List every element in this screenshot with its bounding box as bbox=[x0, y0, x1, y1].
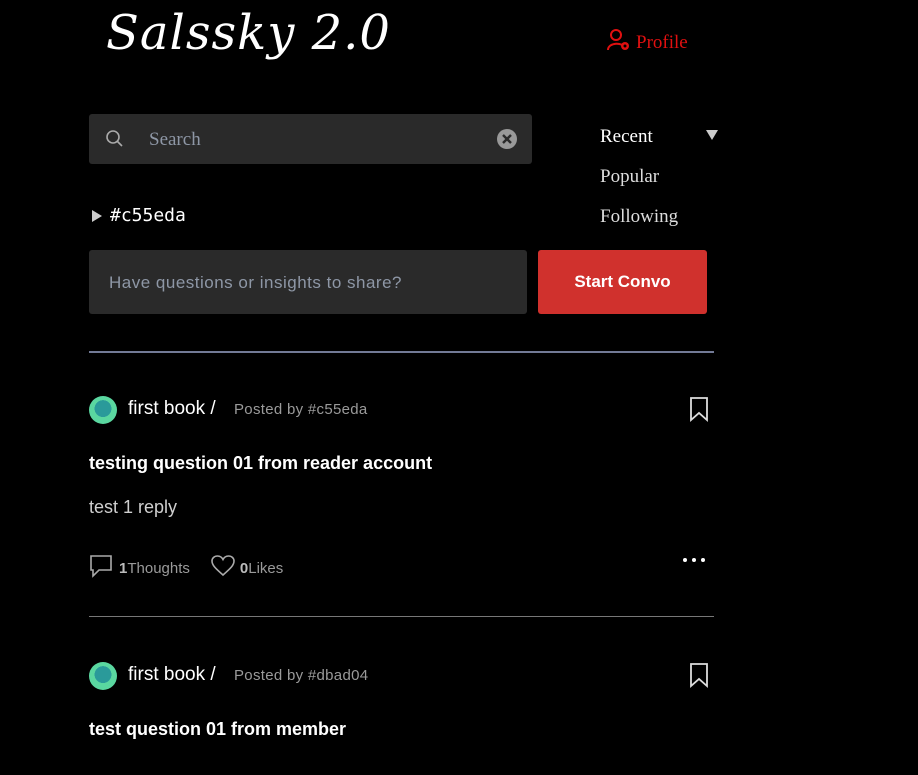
bookmark-icon[interactable] bbox=[689, 396, 709, 426]
post-divider bbox=[89, 616, 714, 617]
heart-icon bbox=[210, 554, 236, 582]
bookmark-icon[interactable] bbox=[689, 662, 709, 692]
app-logo: Salssky 2.0 bbox=[106, 5, 391, 61]
thoughts-count: 1 bbox=[119, 559, 128, 577]
post-body: test 1 reply bbox=[89, 497, 178, 517]
post-category[interactable]: first book / bbox=[128, 664, 216, 686]
tag-filter[interactable]: #c55eda bbox=[92, 205, 186, 226]
user-gear-icon bbox=[606, 27, 632, 59]
post-author[interactable]: Posted by #dbad04 bbox=[234, 667, 368, 684]
post-question[interactable]: testing question 01 from reader account bbox=[89, 453, 432, 474]
avatar[interactable] bbox=[89, 396, 117, 424]
like-button[interactable]: 0 Likes bbox=[210, 554, 283, 582]
avatar[interactable] bbox=[89, 662, 117, 690]
caret-down-icon[interactable] bbox=[706, 130, 718, 140]
thoughts-button[interactable]: 1 Thoughts bbox=[89, 553, 190, 583]
search-input[interactable] bbox=[147, 126, 531, 154]
post-author[interactable]: Posted by #c55eda bbox=[234, 401, 368, 418]
more-options-icon[interactable] bbox=[683, 558, 705, 562]
profile-link[interactable]: Profile bbox=[606, 27, 688, 59]
clear-search-icon[interactable] bbox=[496, 128, 518, 154]
start-convo-button[interactable]: Start Convo bbox=[538, 250, 707, 314]
search-icon bbox=[105, 129, 125, 153]
comment-icon bbox=[89, 553, 115, 583]
sort-option-recent[interactable]: Recent bbox=[600, 126, 678, 166]
section-divider bbox=[89, 351, 714, 353]
sort-option-following[interactable]: Following bbox=[600, 206, 678, 246]
triangle-right-icon bbox=[92, 209, 102, 222]
search-bar bbox=[89, 114, 532, 164]
tag-filter-label: #c55eda bbox=[110, 205, 186, 226]
post-category[interactable]: first book / bbox=[128, 398, 216, 420]
likes-count: 0 bbox=[239, 559, 249, 577]
thoughts-label: Thoughts bbox=[127, 559, 190, 577]
sort-dropdown[interactable]: Recent Popular Following bbox=[600, 126, 718, 246]
sort-option-popular[interactable]: Popular bbox=[600, 166, 678, 206]
post-question[interactable]: test question 01 from member bbox=[89, 719, 346, 740]
profile-label: Profile bbox=[636, 32, 688, 53]
question-input[interactable] bbox=[107, 268, 516, 298]
post-stats: 1 Thoughts 0 Likes bbox=[89, 553, 303, 583]
likes-label: Likes bbox=[248, 559, 284, 577]
composer-box bbox=[89, 250, 527, 314]
